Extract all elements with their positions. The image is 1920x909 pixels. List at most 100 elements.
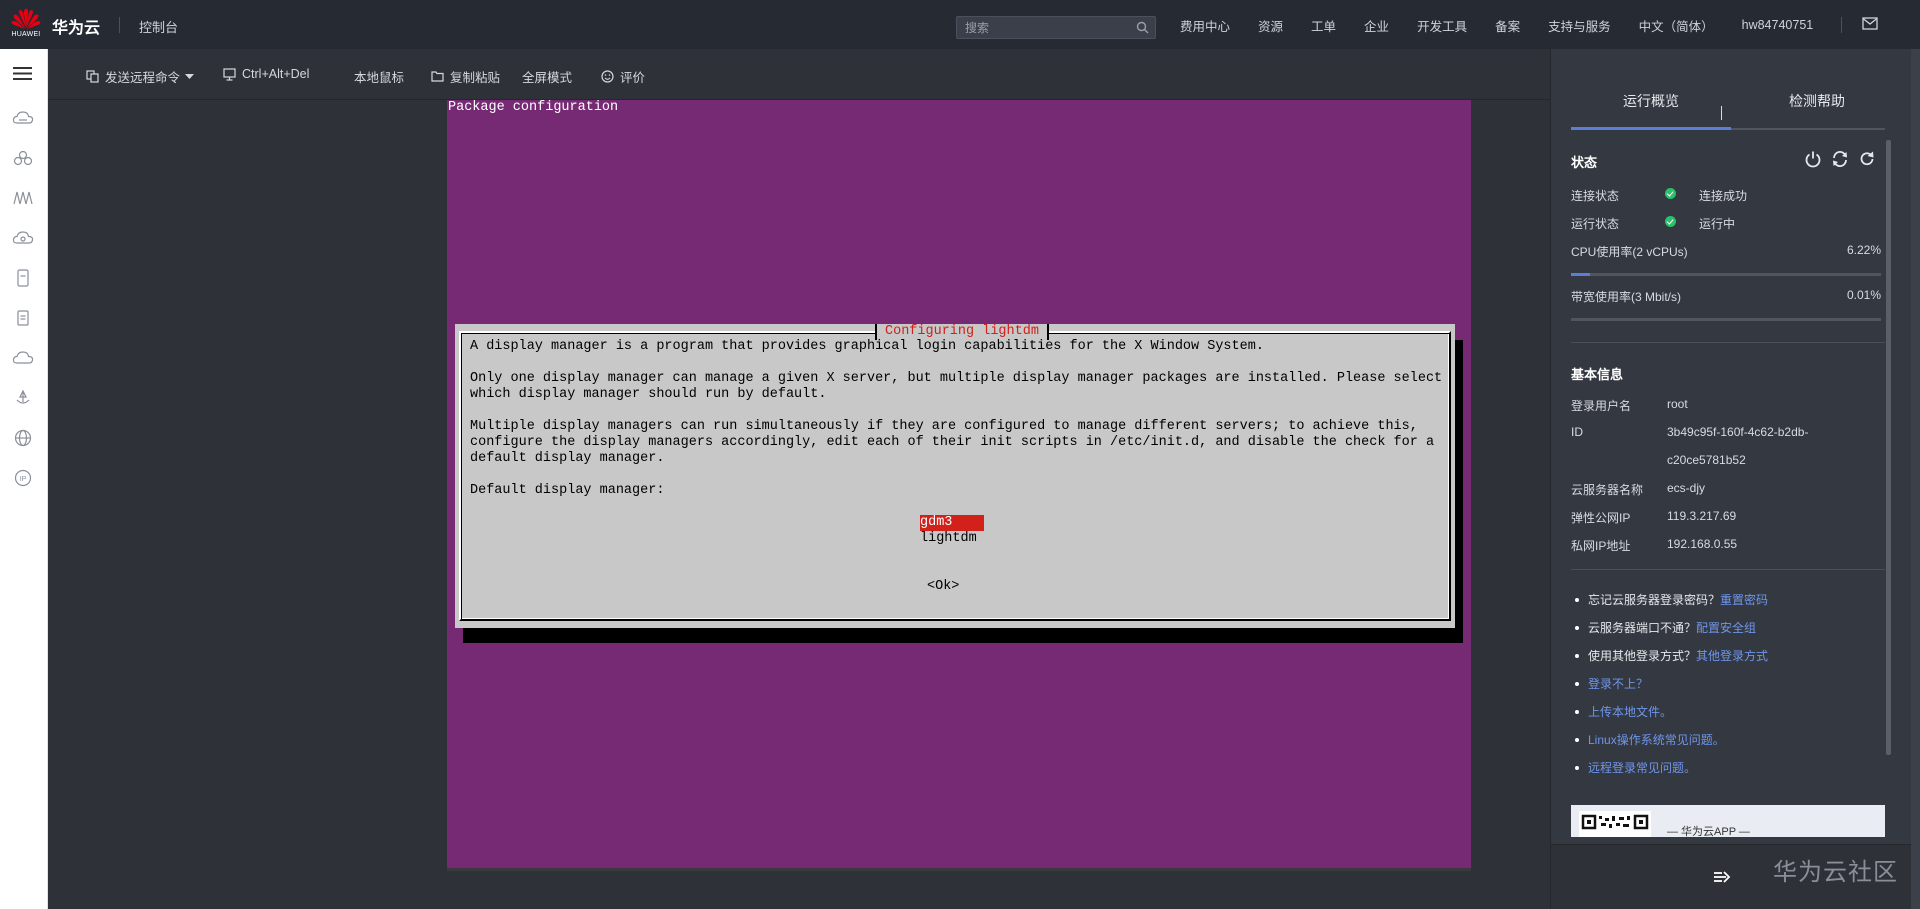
brand-name[interactable]: 华为云 xyxy=(52,14,100,38)
bandwidth-usage-bar xyxy=(1571,318,1881,321)
bandwidth-usage-value: 0.01% xyxy=(1847,288,1882,302)
cpu-usage-bar xyxy=(1571,273,1881,276)
cpu-usage-bar-fill xyxy=(1571,273,1591,276)
app-promo[interactable]: — 华为云APP — xyxy=(1571,805,1885,837)
dialog-text-line: configure the display managers according… xyxy=(470,435,1435,450)
ctrl-alt-del-button[interactable]: Ctrl+Alt+Del xyxy=(223,67,309,81)
search-box[interactable] xyxy=(956,16,1156,39)
help-item: Linux操作系统常见问题。 xyxy=(1571,731,1725,748)
nav-filing[interactable]: 备案 xyxy=(1495,16,1520,35)
cloud-icon[interactable] xyxy=(12,349,34,367)
active-tab-indicator xyxy=(1571,127,1731,130)
running-ok-icon xyxy=(1665,216,1676,227)
top-bar: HUAWEI 华为云 控制台 费用中心 资源 工单 企业 开发工具 备案 支持与… xyxy=(0,0,1920,49)
network-icon[interactable] xyxy=(12,189,34,207)
divider xyxy=(1571,342,1885,343)
nav-separator xyxy=(1841,17,1843,33)
help-item: 上传本地文件。 xyxy=(1571,703,1672,720)
database-icon[interactable] xyxy=(12,269,34,287)
left-sidebar: IP xyxy=(0,49,48,909)
nav-tickets[interactable]: 工单 xyxy=(1311,16,1336,35)
nav-account[interactable]: hw84740751 xyxy=(1742,18,1814,32)
top-nav: 费用中心 资源 工单 企业 开发工具 备案 支持与服务 中文（简体） hw847… xyxy=(1180,16,1864,35)
copy-paste-button[interactable]: 复制粘贴 xyxy=(431,67,500,86)
globe-icon[interactable] xyxy=(12,429,34,447)
tab-overview[interactable]: 运行概览 xyxy=(1623,91,1679,111)
fullscreen-button[interactable]: 全屏模式 xyxy=(522,67,572,86)
ip-icon[interactable]: IP xyxy=(12,469,34,487)
send-command-button[interactable]: 发送远程命令 xyxy=(86,67,200,86)
eip-label: 弹性公网IP xyxy=(1571,511,1631,525)
package-config-header: Package configuration xyxy=(448,100,619,115)
refresh-icon[interactable] xyxy=(1858,150,1876,168)
power-icon[interactable] xyxy=(1804,150,1822,168)
username-value: root xyxy=(1667,397,1688,411)
text-cursor xyxy=(1721,106,1722,120)
page-scroll-track[interactable] xyxy=(1911,49,1920,909)
cloud-server-icon[interactable] xyxy=(12,109,34,127)
search-input[interactable] xyxy=(957,17,1127,38)
id-value-line1: 3b49c95f-160f-4c62-b2db- xyxy=(1667,425,1809,439)
mail-icon[interactable] xyxy=(1862,17,1878,30)
id-label: ID xyxy=(1571,425,1583,439)
command-icon xyxy=(86,70,99,83)
ctrl-alt-del-label: Ctrl+Alt+Del xyxy=(242,67,310,81)
nav-billing[interactable]: 费用中心 xyxy=(1180,16,1230,35)
cpu-usage-label: CPU使用率(2 vCPUs) xyxy=(1571,245,1688,259)
chevron-down-icon xyxy=(185,73,195,79)
hamburger-menu-icon[interactable] xyxy=(13,66,32,81)
nav-enterprise[interactable]: 企业 xyxy=(1364,16,1389,35)
tab-help[interactable]: 检测帮助 xyxy=(1789,91,1845,111)
private-ip-label: 私网IP地址 xyxy=(1571,539,1631,553)
help-text: 忘记云服务器登录密码？ xyxy=(1588,593,1721,607)
collapse-panel-icon[interactable] xyxy=(1713,870,1731,884)
divider xyxy=(1571,569,1885,570)
help-item: 云服务器端口不通？配置安全组 xyxy=(1571,619,1756,636)
upload-file-link[interactable]: 上传本地文件。 xyxy=(1588,705,1672,719)
help-item: 使用其他登录方式？其他登录方式 xyxy=(1571,647,1768,664)
server-name-label: 云服务器名称 xyxy=(1571,483,1644,497)
search-icon[interactable] xyxy=(1136,21,1149,34)
remote-console-area: Package configuration Configuring lightd… xyxy=(48,100,1550,909)
restart-icon[interactable] xyxy=(1831,150,1849,168)
dialog-text-line: A display manager is a program that prov… xyxy=(470,339,1264,354)
panel-scrollbar[interactable] xyxy=(1886,140,1891,755)
bandwidth-usage-label: 带宽使用率(3 Mbit/s) xyxy=(1571,290,1682,304)
local-mouse-label: 本地鼠标 xyxy=(354,71,405,85)
dialog-text-line: which display manager should run by defa… xyxy=(470,387,827,402)
cloud-storage-icon[interactable] xyxy=(12,229,34,247)
option-lightdm[interactable]: lightdm xyxy=(920,531,977,547)
cluster-icon[interactable] xyxy=(12,149,34,167)
remote-login-faq-link[interactable]: 远程登录常见问题。 xyxy=(1588,761,1696,775)
rate-button[interactable]: 评价 xyxy=(601,67,645,86)
panel-tabs: 运行概览 检测帮助 xyxy=(1571,49,1885,130)
cpu-usage-value: 6.22% xyxy=(1847,243,1882,257)
huawei-flower-icon xyxy=(11,8,41,29)
monitor-icon xyxy=(223,67,236,81)
huawei-logo[interactable]: HUAWEI xyxy=(10,8,42,42)
screen-bottom-edge xyxy=(447,868,1471,871)
vm-screen[interactable]: Package configuration Configuring lightd… xyxy=(447,100,1471,871)
option-gdm3[interactable]: gdm3 xyxy=(920,515,984,531)
dialog-text-line: Multiple display managers can run simult… xyxy=(470,419,1418,434)
folder-icon xyxy=(431,71,444,82)
ok-button[interactable]: <Ok> xyxy=(927,579,959,595)
nav-devtools[interactable]: 开发工具 xyxy=(1417,16,1467,35)
status-title: 状态 xyxy=(1571,155,1598,170)
nav-support[interactable]: 支持与服务 xyxy=(1548,16,1611,35)
smiley-icon xyxy=(601,70,614,83)
linux-faq-link[interactable]: Linux操作系统常见问题。 xyxy=(1588,733,1725,747)
nav-resources[interactable]: 资源 xyxy=(1258,16,1283,35)
other-login-link[interactable]: 其他登录方式 xyxy=(1696,649,1768,663)
security-group-link[interactable]: 配置安全组 xyxy=(1696,621,1756,635)
qr-code-icon xyxy=(1579,811,1651,837)
cannot-login-link[interactable]: 登录不上？ xyxy=(1588,677,1648,691)
nav-language[interactable]: 中文（简体） xyxy=(1639,16,1714,35)
console-link[interactable]: 控制台 xyxy=(139,17,178,36)
app-promo-label: — 华为云APP — xyxy=(1667,826,1750,837)
document-icon[interactable] xyxy=(12,309,34,327)
reset-password-link[interactable]: 重置密码 xyxy=(1720,593,1768,607)
local-mouse-button[interactable]: 本地鼠标 xyxy=(354,67,404,86)
deploy-icon[interactable] xyxy=(12,389,34,407)
help-item: 登录不上？ xyxy=(1571,675,1648,692)
